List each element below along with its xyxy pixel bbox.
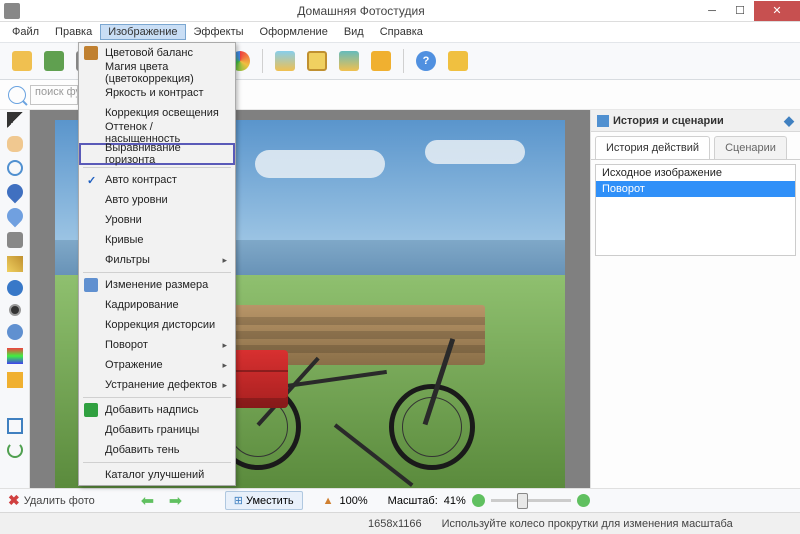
hand-tool[interactable] bbox=[7, 136, 23, 152]
menu-Эффекты[interactable]: Эффекты bbox=[186, 24, 252, 40]
wand-tool[interactable] bbox=[7, 256, 23, 272]
next-button[interactable]: ➡ bbox=[169, 491, 189, 511]
colors-tool[interactable] bbox=[7, 348, 23, 364]
menu-Правка[interactable]: Правка bbox=[47, 24, 100, 40]
footer-hint: Используйте колесо прокрутки для изменен… bbox=[442, 518, 733, 530]
panel-tabs: История действий Сценарии bbox=[591, 136, 800, 160]
search-icon[interactable] bbox=[8, 86, 26, 104]
menu-item[interactable]: Каталог улучшений bbox=[79, 465, 235, 485]
gallery1-button[interactable] bbox=[271, 47, 299, 75]
crop-tool[interactable] bbox=[7, 418, 23, 434]
menu-item[interactable]: Авто контраст bbox=[79, 170, 235, 190]
menu-item[interactable]: Магия цвета (цветокоррекция) bbox=[79, 63, 235, 83]
prev-button[interactable]: ⬅ bbox=[141, 491, 161, 511]
delete-photo-button[interactable]: ✖ Удалить фото bbox=[8, 492, 95, 509]
eye-tool[interactable] bbox=[7, 280, 23, 296]
save-button[interactable] bbox=[40, 47, 68, 75]
pointer-tool[interactable] bbox=[7, 112, 23, 128]
menu-Оформление[interactable]: Оформление bbox=[252, 24, 336, 40]
app-icon bbox=[4, 3, 20, 19]
menu-item[interactable]: Яркость и контраст bbox=[79, 83, 235, 103]
window-title: Домашняя Фотостудия bbox=[24, 4, 698, 18]
window-controls: ─ ☐ ✕ bbox=[698, 1, 800, 21]
tab-history[interactable]: История действий bbox=[595, 136, 710, 159]
tab-scenarios[interactable]: Сценарии bbox=[714, 136, 787, 159]
image-dimensions: 1658x1166 bbox=[368, 518, 422, 530]
menu-item[interactable]: Изменение размера bbox=[79, 275, 235, 295]
panel-title: История и сценарии bbox=[613, 115, 724, 127]
gallery3-button[interactable] bbox=[335, 47, 363, 75]
panel-icon bbox=[597, 115, 609, 127]
menu-Справка[interactable]: Справка bbox=[372, 24, 431, 40]
menu-item[interactable]: Кривые bbox=[79, 230, 235, 250]
menu-item[interactable]: Оттенок / насыщенность bbox=[79, 123, 235, 143]
menu-item[interactable]: Добавить границы bbox=[79, 420, 235, 440]
zoom-out-button[interactable] bbox=[472, 494, 485, 507]
gallery4-button[interactable] bbox=[367, 47, 395, 75]
menu-item[interactable]: Кадрирование bbox=[79, 295, 235, 315]
star-tool[interactable] bbox=[7, 372, 23, 388]
search-input[interactable]: поиск фу bbox=[30, 85, 78, 105]
menubar: ФайлПравкаИзображениеЭффектыОформлениеВи… bbox=[0, 22, 800, 42]
titlebar: Домашняя Фотостудия ─ ☐ ✕ bbox=[0, 0, 800, 22]
maximize-button[interactable]: ☐ bbox=[726, 1, 754, 21]
menu-Вид[interactable]: Вид bbox=[336, 24, 372, 40]
fit-button[interactable]: ⊞Уместить bbox=[225, 491, 303, 510]
minimize-button[interactable]: ─ bbox=[698, 1, 726, 21]
adjust-tool[interactable] bbox=[9, 304, 21, 316]
zoom-tool[interactable] bbox=[7, 160, 23, 176]
close-button[interactable]: ✕ bbox=[754, 1, 800, 21]
menu-Файл[interactable]: Файл bbox=[4, 24, 47, 40]
menu-item[interactable]: Поворот bbox=[79, 335, 235, 355]
menu-item[interactable]: Добавить тень bbox=[79, 440, 235, 460]
menu-item[interactable]: Отражение bbox=[79, 355, 235, 375]
menu-item[interactable]: Авто уровни bbox=[79, 190, 235, 210]
menu-item[interactable]: Уровни bbox=[79, 210, 235, 230]
menu-item[interactable]: Добавить надпись bbox=[79, 400, 235, 420]
expand-icon[interactable]: ◆ bbox=[784, 113, 794, 129]
drop-tool[interactable] bbox=[3, 181, 26, 204]
swirl-tool[interactable] bbox=[7, 324, 23, 340]
menu-Изображение[interactable]: Изображение bbox=[100, 24, 185, 40]
zoom-100-button[interactable]: ▲ bbox=[323, 495, 334, 507]
home-button[interactable] bbox=[444, 47, 472, 75]
history-item[interactable]: Исходное изображение bbox=[596, 165, 795, 181]
image-menu-dropdown: Цветовой балансМагия цвета (цветокоррекц… bbox=[78, 42, 236, 486]
menu-item[interactable]: Выравнивание горизонта bbox=[79, 143, 235, 165]
menu-item[interactable]: Устранение дефектов bbox=[79, 375, 235, 395]
statusbar: ✖ Удалить фото ⬅ ➡ ⊞Уместить ▲ 100% Масш… bbox=[0, 488, 800, 512]
rotate-tool[interactable] bbox=[7, 442, 23, 458]
menu-item[interactable]: Коррекция освещения bbox=[79, 103, 235, 123]
zoom-value: 41% bbox=[444, 495, 466, 507]
footer: 1658x1166 Используйте колесо прокрутки д… bbox=[0, 512, 800, 534]
history-list[interactable]: Исходное изображение Поворот bbox=[595, 164, 796, 256]
drop2-tool[interactable] bbox=[3, 205, 26, 228]
right-panel: История и сценарии ◆ История действий Сц… bbox=[590, 110, 800, 488]
zoom-slider[interactable] bbox=[491, 499, 571, 502]
zoom-in-button[interactable] bbox=[577, 494, 590, 507]
open-button[interactable] bbox=[8, 47, 36, 75]
help-button[interactable]: ? bbox=[412, 47, 440, 75]
menu-item[interactable]: Цветовой баланс bbox=[79, 43, 235, 63]
tools-sidebar bbox=[0, 110, 30, 488]
menu-item[interactable]: Коррекция дисторсии bbox=[79, 315, 235, 335]
gallery2-button[interactable] bbox=[303, 47, 331, 75]
history-item-selected[interactable]: Поворот bbox=[596, 181, 795, 197]
menu-item[interactable]: Фильтры bbox=[79, 250, 235, 270]
history-panel-header[interactable]: История и сценарии ◆ bbox=[591, 110, 800, 132]
delete-icon: ✖ bbox=[8, 492, 20, 509]
clone-tool[interactable] bbox=[7, 232, 23, 248]
